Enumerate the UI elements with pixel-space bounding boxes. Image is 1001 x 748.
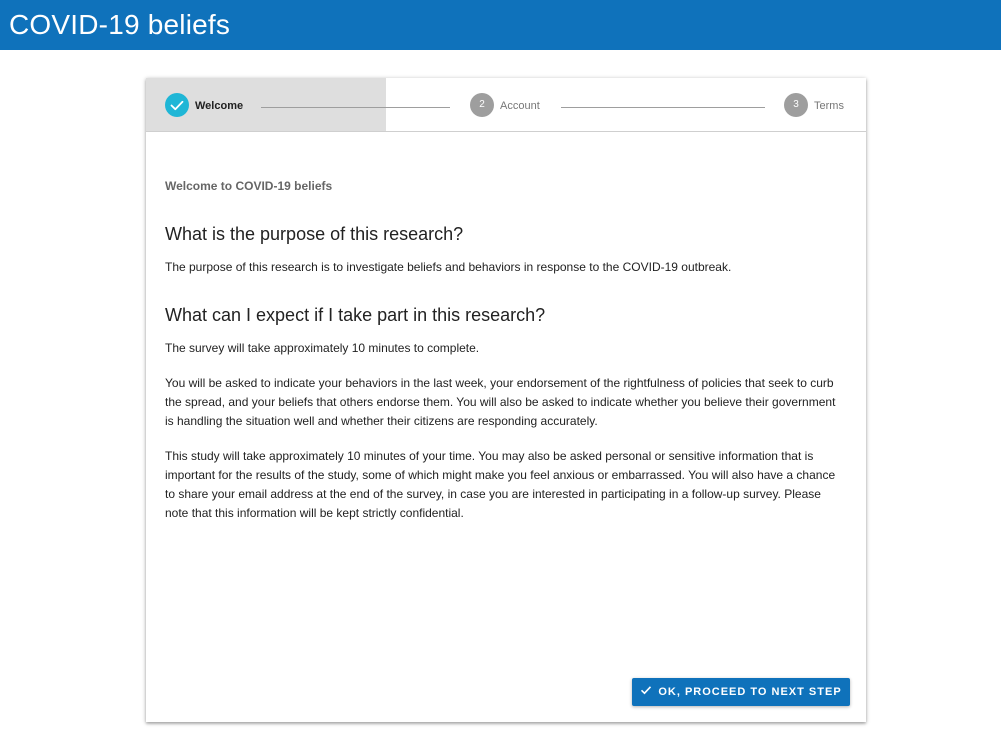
step-connector [261, 107, 450, 108]
survey-card: Welcome 2 Account 3 Terms Welcome to COV… [146, 78, 866, 722]
check-icon [170, 100, 184, 111]
step-account-label[interactable]: Account [500, 99, 540, 113]
welcome-content: Welcome to COVID-19 beliefs What is the … [165, 178, 843, 523]
section-purpose-title: What is the purpose of this research? [165, 224, 464, 244]
section-expect-paragraph: The survey will take approximately 10 mi… [165, 341, 480, 355]
proceed-button-label: OK, PROCEED TO NEXT STEP [658, 686, 842, 698]
check-icon [641, 686, 652, 695]
step-welcome-label[interactable]: Welcome [195, 99, 243, 113]
app-bar: COVID-19 beliefs [0, 0, 1001, 50]
section-expect-paragraph: This study will take approximately 10 mi… [165, 449, 836, 520]
step-welcome-check-icon [165, 93, 189, 117]
app-title: COVID-19 beliefs [9, 9, 231, 40]
section-expect-paragraph: You will be asked to indicate your behav… [165, 376, 836, 428]
step-connector [561, 107, 765, 108]
step-terms-label[interactable]: Terms [814, 99, 844, 113]
welcome-heading: Welcome to COVID-19 beliefs [165, 179, 333, 193]
stepper: Welcome 2 Account 3 Terms [146, 78, 866, 132]
step-terms-number[interactable]: 3 [784, 93, 808, 117]
step-account-number[interactable]: 2 [470, 93, 494, 117]
proceed-next-step-button[interactable]: OK, PROCEED TO NEXT STEP [632, 678, 850, 706]
section-purpose-text: The purpose of this research is to inves… [165, 260, 732, 274]
section-expect-title: What can I expect if I take part in this… [165, 305, 546, 325]
